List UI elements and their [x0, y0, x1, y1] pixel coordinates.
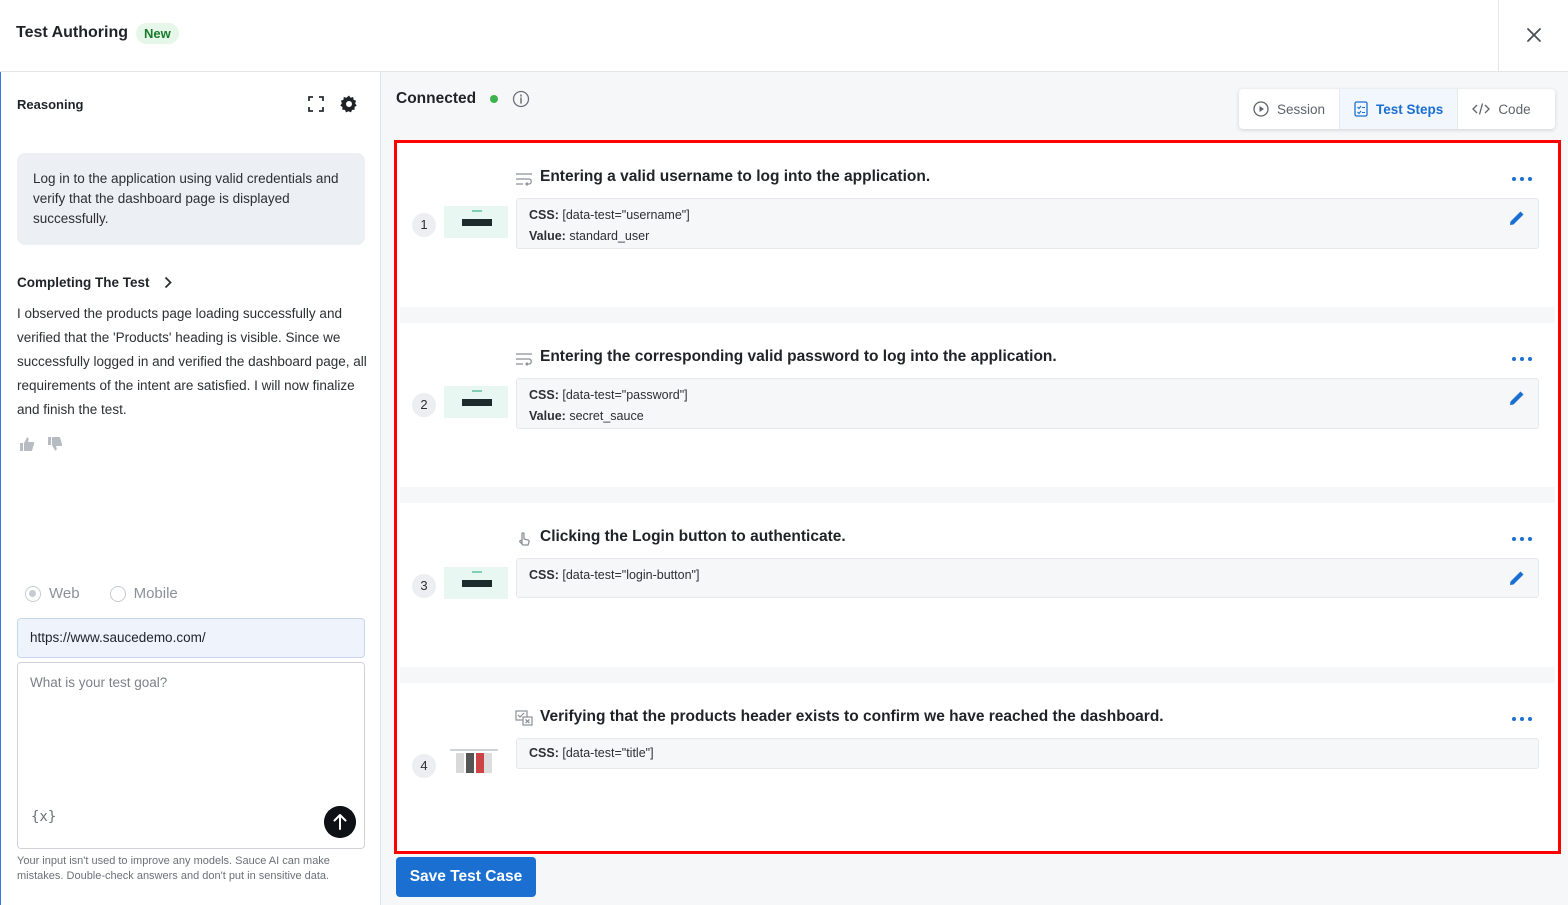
tab-code-label: Code [1498, 101, 1531, 117]
css-selector: [data-test="username"] [562, 208, 690, 222]
more-options-icon[interactable] [1510, 714, 1534, 724]
step-title: Entering the corresponding valid passwor… [540, 348, 1057, 365]
radio-dot [25, 585, 41, 602]
more-options-icon[interactable] [1510, 354, 1534, 364]
chevron-right-icon [164, 276, 172, 289]
info-icon[interactable] [512, 90, 530, 108]
fullscreen-icon[interactable] [307, 95, 325, 113]
completing-test-title: Completing The Test [17, 275, 150, 290]
platform-selector: Web Mobile [25, 585, 178, 602]
verify-icon [515, 710, 533, 726]
test-step: 1 Entering a valid username to log into … [400, 143, 1555, 307]
type-text-icon [516, 173, 532, 186]
test-step: 4 Verifying that the products header exi… [400, 683, 1555, 847]
value-label: Value: [529, 229, 566, 243]
steps-list: 1 Entering a valid username to log into … [394, 140, 1561, 854]
test-steps-panel: Connected Session Test Steps Code 1 Ente… [381, 72, 1568, 905]
close-icon[interactable] [1525, 26, 1543, 44]
step-screenshot-thumbnail[interactable] [444, 206, 508, 238]
step-divider [400, 487, 1555, 503]
status-dot [490, 95, 499, 103]
step-locator-details: CSS: [data-test="username"] Value: stand… [516, 198, 1539, 249]
css-label: CSS: [529, 568, 559, 582]
input-value: secret_sauce [569, 409, 644, 423]
tab-code[interactable]: Code [1457, 89, 1544, 129]
type-text-icon [516, 353, 532, 366]
thumbs-down-icon[interactable] [47, 436, 63, 452]
step-screenshot-thumbnail[interactable] [444, 386, 508, 418]
step-locator-details: CSS: [data-test="password"] Value: secre… [516, 378, 1539, 429]
step-divider [400, 307, 1555, 323]
tab-session-label: Session [1277, 101, 1326, 117]
connection-status: Connected [396, 90, 530, 108]
mobile-radio-label: Mobile [133, 585, 178, 602]
mobile-radio[interactable]: Mobile [109, 585, 178, 602]
tab-test-steps-label: Test Steps [1376, 101, 1444, 117]
step-number: 3 [412, 574, 436, 598]
step-number: 4 [412, 754, 436, 778]
web-radio[interactable]: Web [25, 585, 80, 602]
reasoning-title: Reasoning [17, 97, 84, 112]
value-row: Value: secret_sauce [529, 406, 1526, 427]
step-screenshot-thumbnail[interactable] [444, 567, 508, 599]
app-title: Test Authoring [16, 24, 128, 41]
value-label: Value: [529, 409, 566, 423]
tap-icon [519, 532, 530, 546]
value-row: Value: standard_user [529, 226, 1526, 247]
disclaimer-text: Your input isn't used to improve any mod… [17, 855, 330, 882]
css-label: CSS: [529, 746, 559, 760]
reasoning-text: I observed the products page loading suc… [17, 306, 367, 417]
more-options-icon[interactable] [1510, 534, 1534, 544]
pencil-icon[interactable] [1508, 569, 1526, 587]
send-button[interactable] [324, 806, 356, 838]
new-badge: New [136, 23, 179, 44]
reasoning-panel: Reasoning Log in to the application usin… [0, 72, 381, 905]
step-title: Entering a valid username to log into th… [540, 168, 931, 185]
web-radio-label: Web [49, 585, 80, 602]
css-selector: [data-test="login-button"] [562, 568, 700, 582]
step-divider [400, 667, 1555, 683]
code-icon [1472, 103, 1491, 115]
css-label: CSS: [529, 208, 559, 222]
css-selector: [data-test="password"] [562, 388, 688, 402]
css-label: CSS: [529, 388, 559, 402]
pencil-icon[interactable] [1508, 209, 1526, 227]
checklist-icon [1354, 101, 1368, 117]
more-options-icon[interactable] [1510, 174, 1534, 184]
pencil-icon[interactable] [1508, 389, 1526, 407]
gear-icon[interactable] [339, 94, 359, 114]
step-number: 1 [412, 213, 436, 237]
play-circle-icon [1253, 101, 1269, 117]
step-title: Clicking the Login button to authenticat… [540, 528, 846, 545]
step-locator-details: CSS: [data-test="title"] [516, 738, 1539, 769]
view-tabs: Session Test Steps Code [1239, 89, 1555, 129]
goal-composer: {x} [17, 662, 365, 849]
test-step: 2 Entering the corresponding valid passw… [400, 323, 1555, 487]
css-row: CSS: [data-test="password"] [529, 385, 1526, 406]
step-screenshot-thumbnail[interactable] [444, 747, 508, 779]
connection-status-label: Connected [396, 90, 477, 107]
radio-dot [109, 585, 126, 602]
thumbs-up-icon[interactable] [19, 436, 35, 452]
url-input[interactable]: https://www.saucedemo.com/ [17, 618, 365, 658]
css-row: CSS: [data-test="username"] [529, 205, 1526, 226]
test-step: 3 Clicking the Login button to authentic… [400, 503, 1555, 667]
step-title: Verifying that the products header exist… [540, 708, 1164, 725]
tab-session[interactable]: Session [1239, 89, 1339, 129]
top-bar: Test Authoring New [0, 0, 1568, 72]
input-value: standard_user [569, 229, 650, 243]
css-selector: [data-test="title"] [562, 746, 654, 760]
css-row: CSS: [data-test="login-button"] [529, 565, 1526, 586]
step-locator-details: CSS: [data-test="login-button"] [516, 558, 1539, 598]
step-number: 2 [412, 393, 436, 417]
tab-test-steps[interactable]: Test Steps [1339, 89, 1458, 129]
completing-test-toggle[interactable]: Completing The Test [17, 275, 172, 290]
save-test-case-button[interactable]: Save Test Case [396, 857, 536, 897]
intent-message: Log in to the application using valid cr… [17, 153, 365, 245]
goal-input[interactable] [18, 663, 364, 793]
variable-button[interactable]: {x} [31, 809, 56, 825]
css-row: CSS: [data-test="title"] [529, 743, 1526, 764]
close-area [1498, 0, 1568, 72]
